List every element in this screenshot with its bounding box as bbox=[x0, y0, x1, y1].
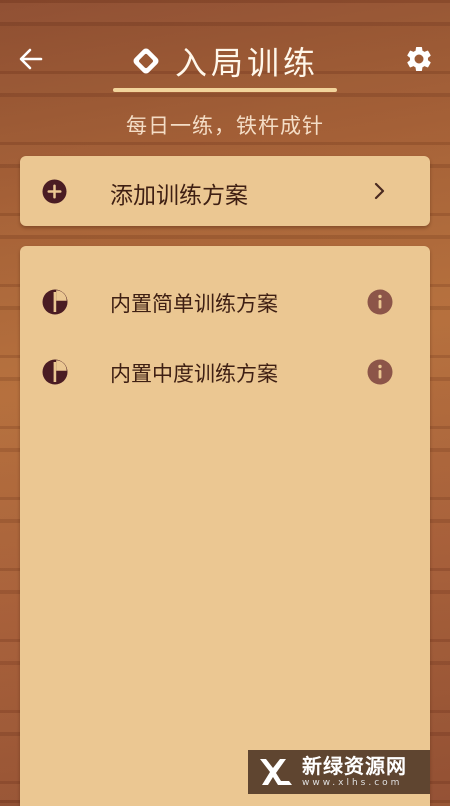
list-item[interactable]: 内置简单训练方案 bbox=[20, 267, 430, 337]
watermark: 新绿资源网 www.xlhs.com bbox=[248, 750, 430, 794]
info-icon[interactable] bbox=[367, 289, 393, 315]
diamond-icon bbox=[133, 48, 159, 74]
watermark-text: 新绿资源网 www.xlhs.com bbox=[302, 755, 407, 789]
list-item[interactable]: 内置中度训练方案 bbox=[20, 337, 430, 407]
page-subtitle: 每日一练，铁杵成针 bbox=[126, 114, 324, 138]
chevron-right-icon bbox=[374, 182, 385, 200]
plan-label: 内置简单训练方案 bbox=[110, 292, 278, 316]
pie-icon bbox=[42, 289, 68, 315]
app-header: 入局训练 每日一练，铁杵成针 bbox=[0, 0, 450, 150]
info-icon[interactable] bbox=[367, 359, 393, 385]
plus-circle-icon bbox=[42, 179, 67, 204]
settings-button[interactable] bbox=[404, 44, 434, 74]
plan-label: 内置中度训练方案 bbox=[110, 362, 278, 386]
add-plan-label: 添加训练方案 bbox=[110, 183, 248, 209]
gear-icon bbox=[407, 46, 431, 71]
watermark-main: 新绿资源网 bbox=[302, 754, 407, 778]
training-plan-list: 内置简单训练方案 内置中度训练方案 bbox=[20, 246, 430, 806]
watermark-sub: www.xlhs.com bbox=[302, 778, 403, 788]
add-plan-button[interactable]: 添加训练方案 bbox=[20, 156, 430, 226]
pie-icon bbox=[42, 359, 68, 385]
page-title: 入局训练 bbox=[174, 44, 319, 82]
page-title-group: 入局训练 bbox=[0, 38, 450, 84]
logo-icon bbox=[260, 759, 292, 785]
title-underline bbox=[113, 88, 337, 92]
